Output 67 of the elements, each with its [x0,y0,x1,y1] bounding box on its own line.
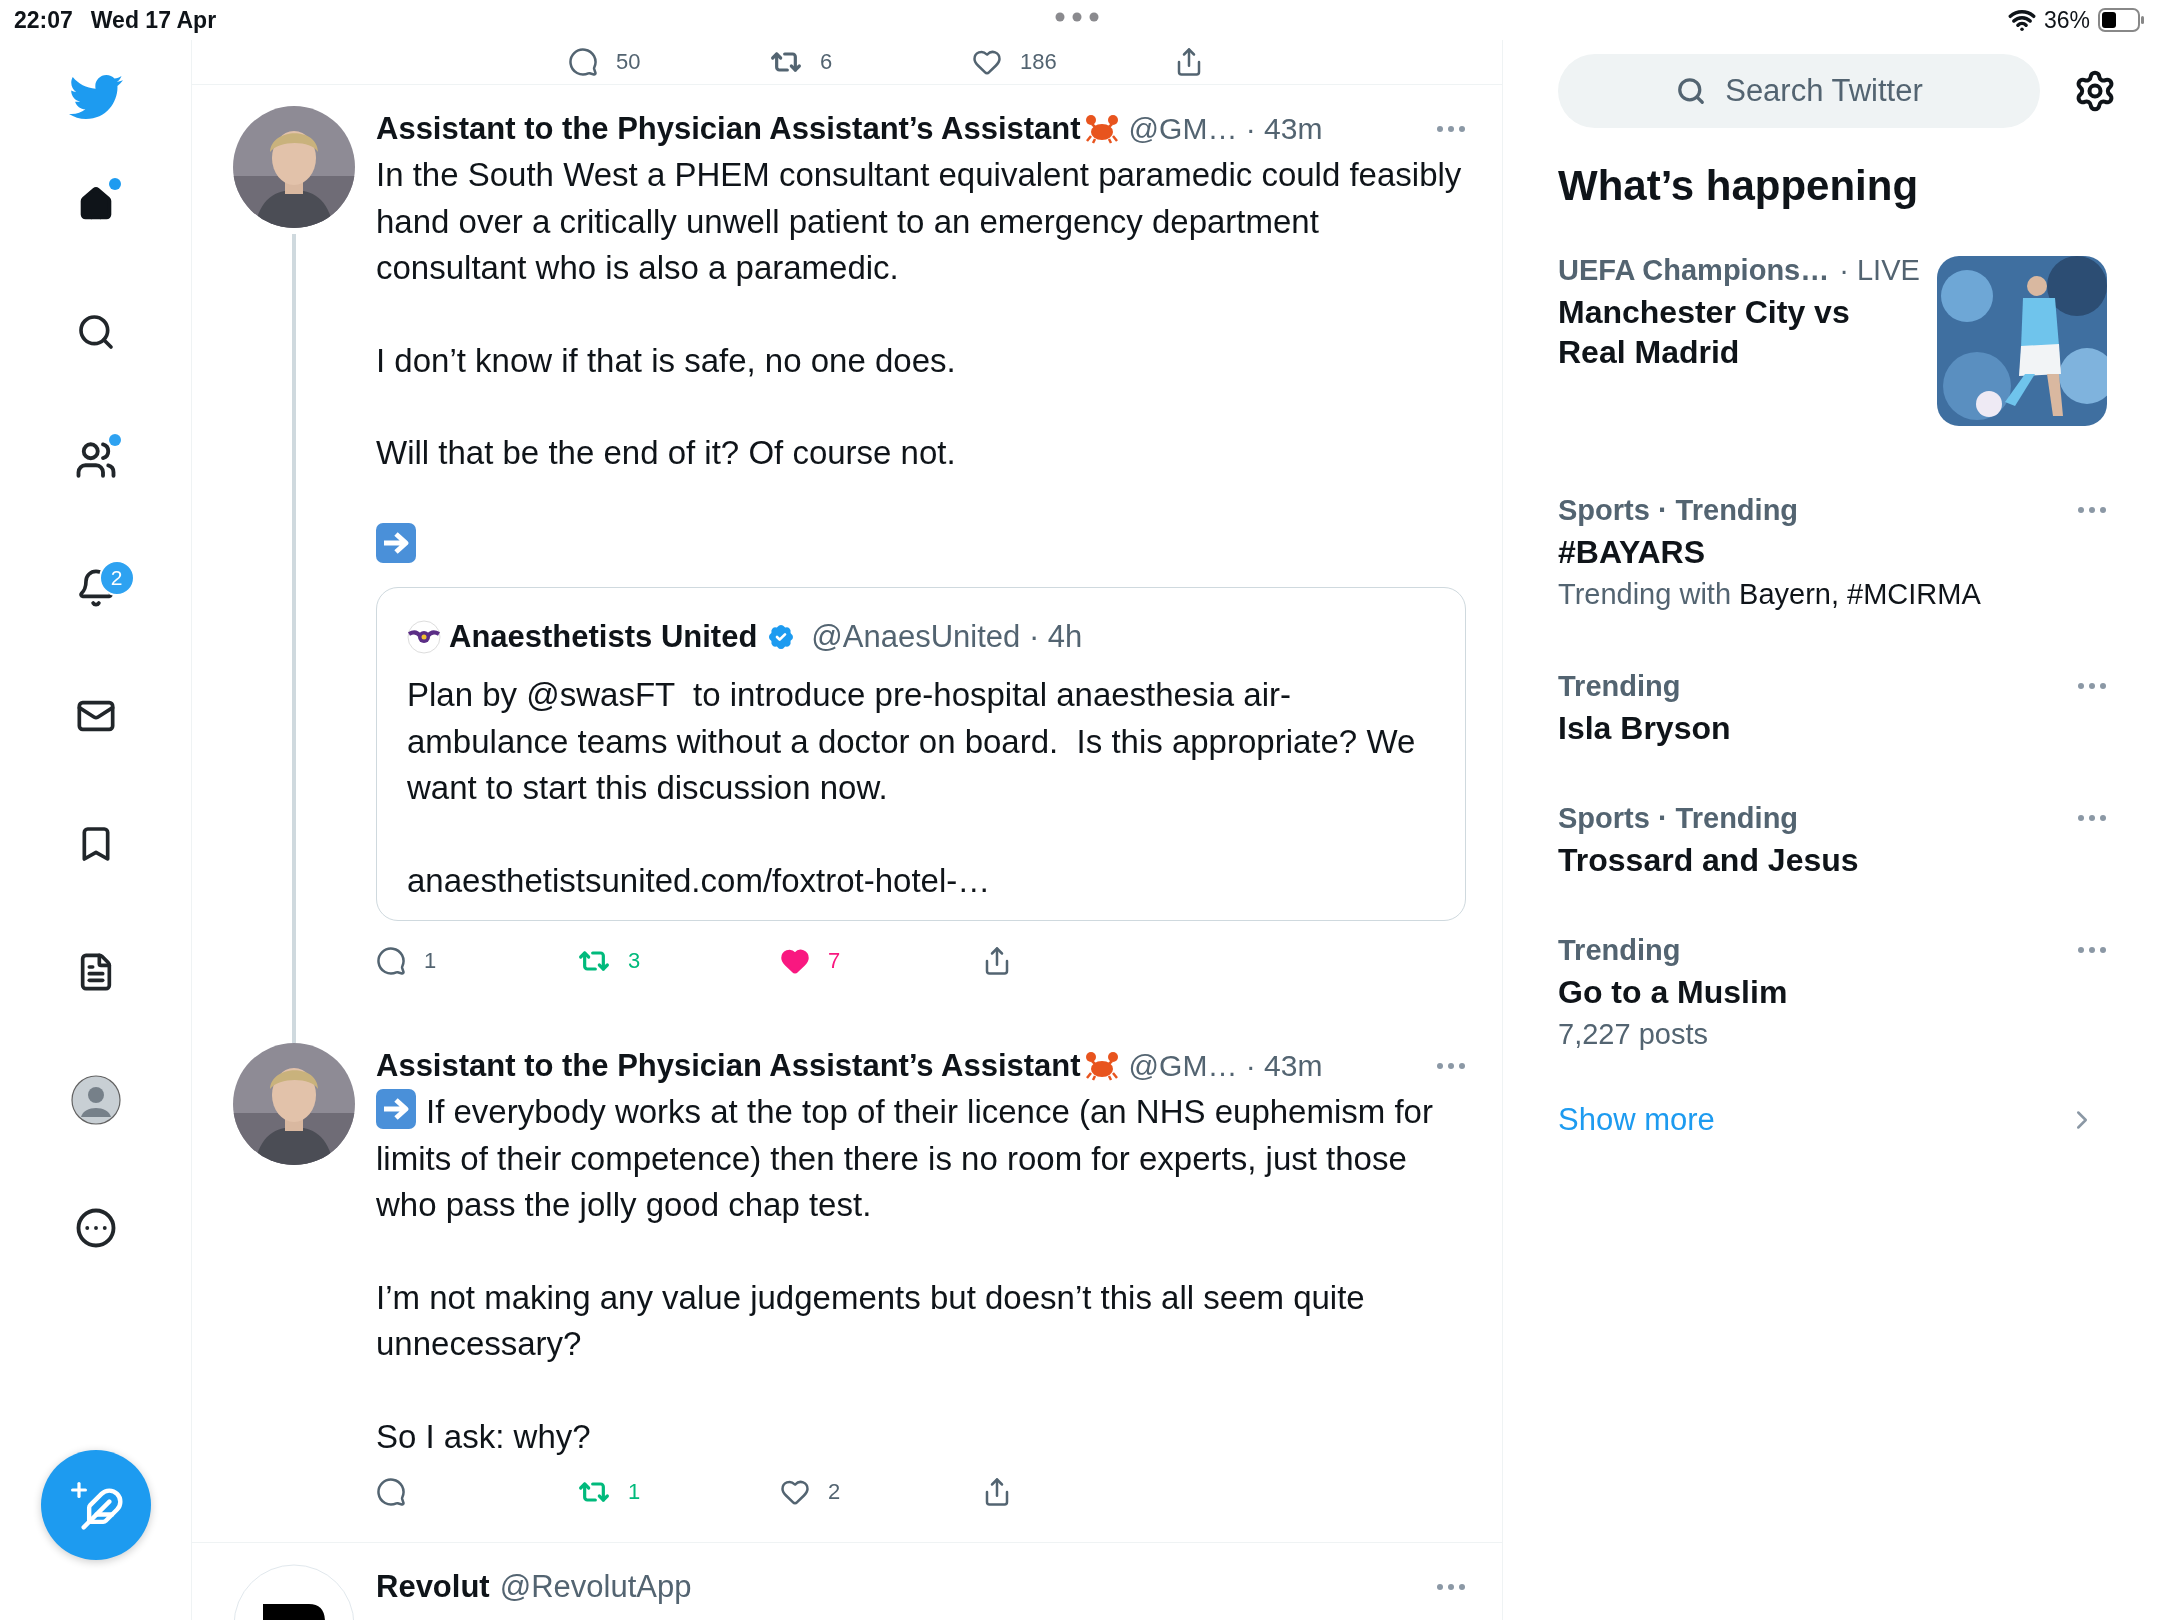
crab-icon [1084,1051,1119,1081]
more-icon[interactable] [1436,1062,1466,1070]
quote-text: Plan by @swasFT to introduce pre-hospital anaesthesia air-ambulance teams without a doctor on board. Is this appropriate? We want to start this discussion now. [407,676,1417,806]
quoted-tweet[interactable] [376,587,1466,921]
tweet-meta: @GM… · 43m [1128,112,1323,146]
tweet-meta: @GM… · 43m [1128,1049,1323,1083]
tweet-text: I’m not making any value judgements but doesn’t this all seem quite unnecessary? [376,1278,1366,1362]
tweet-meta: @AnaesUnited · 4h [811,619,1083,655]
more-icon[interactable] [2077,814,2107,822]
reply-icon [376,1477,406,1507]
trend-category: Sports · Trending [1558,493,1799,527]
battery-icon [2098,8,2146,32]
trend-title: Go to a Muslim [1558,973,1789,1012]
trend-title: Trossard and Jesus [1558,841,1860,880]
heart-button[interactable]: 186 [972,47,1174,77]
tweet-text: I don’t know if that is safe, no one does. [376,341,956,379]
tweet-handle: @RevolutApp [499,1569,692,1605]
heart-button[interactable]: 7 [780,946,982,976]
search-field[interactable]: Search Twitter [1558,54,2040,128]
tweet-text: If everybody works at the top of their licence (an NHS euphemism for limits of their competence) then there is no room for experts, just those who pass the jolly good chap test. [376,1093,1434,1223]
crab-icon [1084,114,1119,144]
author-name[interactable]: Anaesthetists United [449,619,758,655]
reply-button[interactable]: 50 [568,47,770,77]
live-label: · LIVE [1839,253,1920,287]
logo-icon [407,620,441,654]
more-icon[interactable] [2077,946,2107,954]
trend-item[interactable]: Sports · Trending Trossard and Jesus [1558,770,2107,902]
more-icon [74,1207,117,1249]
clock-time: 22:07 [14,6,73,34]
author-name[interactable]: Assistant to the Physician Assistant’s Assistant [376,111,1081,147]
compose-button[interactable] [40,1450,151,1560]
more-icon[interactable] [1436,125,1466,133]
trend-context: Trending with Bayern, #MCIRMA [1558,577,1982,612]
trend-title: Isla Bryson [1558,709,1732,748]
quote-text: anaesthetistsunited.com/foxtrot-hotel-… [407,861,991,899]
retweet-button[interactable]: 6 [770,46,972,78]
avatar-icon [70,1075,121,1125]
trend-item[interactable]: UEFA Champions… · LIVE Manchester City vs Real Madrid [1558,230,2107,462]
search-icon [1676,76,1706,106]
author-name[interactable]: Revolut [376,1569,490,1605]
trend-category: Trending [1558,669,1681,703]
tweet-text: In the South West a PHEM consultant equivalent paramedic could feasibly hand over a critically unwell patient to an emergency department consultant who is also a paramedic. [376,156,1463,286]
people-icon [74,439,117,481]
notification-badge: 2 [98,560,135,596]
battery-percent: 36% [2043,6,2090,34]
trend-title: Manchester City vs Real Madrid [1558,293,1851,372]
reply-icon [568,47,598,77]
post-count: 7,227 posts [1558,1017,1709,1052]
reply-button[interactable]: 1 [376,946,578,976]
trend-item[interactable]: Sports · Trending #BAYARS Trending with Bayern, #MCIRMA [1558,462,2107,638]
tweet-text: Will that be the end of it? Of course not. [376,434,956,471]
trend-category: UEFA Champions… [1558,253,1830,287]
trend-title: #BAYARS [1558,533,1707,572]
more-icon[interactable] [2077,682,2107,690]
more-icon[interactable] [1436,1583,1466,1591]
more-icon[interactable] [2077,506,2107,514]
trend-item[interactable]: Trending Go to a Muslim 7,227 posts [1558,902,2107,1078]
trend-item[interactable]: Trending Isla Bryson [1558,638,2107,770]
tweet-text: So I ask: why? [376,1417,591,1455]
dots-icon[interactable] [1055,12,1099,22]
trend-category: Sports · Trending [1558,801,1799,835]
author-name[interactable]: Assistant to the Physician Assistant’s Assistant [376,1048,1081,1084]
section-title: What’s happening [1558,161,1920,211]
heart-button[interactable]: 2 [780,1477,982,1507]
date-text: Wed 17 Apr [90,6,217,34]
trend-category: Trending [1558,933,1681,967]
reply-icon [376,946,406,976]
